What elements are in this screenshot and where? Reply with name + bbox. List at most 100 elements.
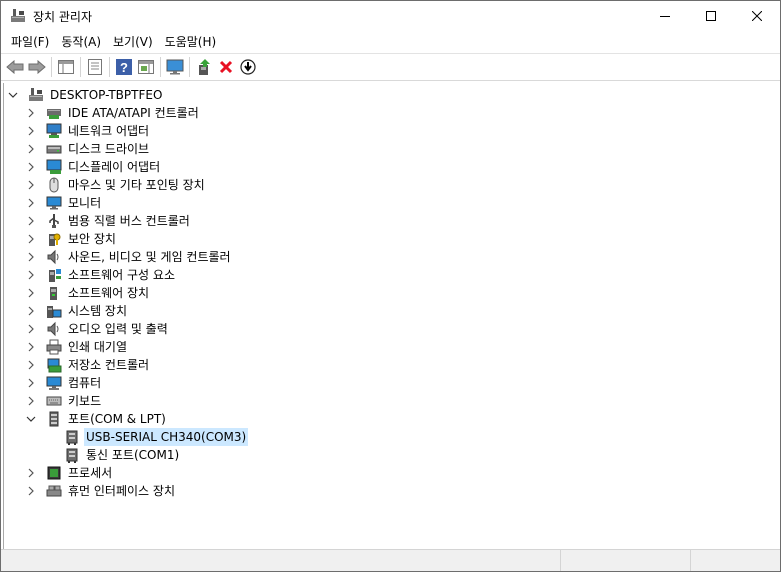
status-pane-main <box>1 550 561 571</box>
tree-item-label: 컴퓨터 <box>68 376 102 390</box>
window-title: 장치 관리자 <box>33 9 93 24</box>
tree-category[interactable]: 저장소 컨트롤러 <box>28 356 151 374</box>
chevron-right-icon <box>28 126 34 136</box>
tree-category[interactable]: 오디오 입력 및 출력 <box>28 320 170 338</box>
tree-category[interactable]: 휴먼 인터페이스 장치 <box>28 482 177 500</box>
disable-device-button[interactable] <box>237 56 259 78</box>
show-action-pane-button[interactable] <box>135 56 157 78</box>
chevron-right-icon <box>28 378 34 388</box>
monitor-scan-icon <box>166 59 184 75</box>
device-tree[interactable]: DESKTOP-TBPTFEO IDE ATA/ATAPI 컨트롤러네트워크 어댑… <box>3 83 778 549</box>
chevron-right-icon <box>28 324 34 334</box>
tree-item-label: 시스템 장치 <box>68 304 128 318</box>
chevron-right-icon <box>28 270 34 280</box>
expand-toggle[interactable] <box>26 180 36 190</box>
download-circle-icon <box>240 59 256 75</box>
toolbar-separator <box>51 57 52 77</box>
expand-toggle[interactable] <box>26 252 36 262</box>
tree-category[interactable]: 포트(COM & LPT) <box>26 410 168 428</box>
tree-category[interactable]: 마우스 및 기타 포인팅 장치 <box>28 176 207 194</box>
tree-category[interactable]: 시스템 장치 <box>28 302 129 320</box>
tree-category[interactable]: 소프트웨어 장치 <box>28 284 151 302</box>
menu-help[interactable]: 도움말(H) <box>159 31 223 53</box>
tree-category[interactable]: 보안 장치 <box>28 230 118 248</box>
back-button[interactable] <box>4 56 26 78</box>
menu-view[interactable]: 보기(V) <box>107 31 159 53</box>
tree-item-label: 디스플레이 어댑터 <box>68 160 161 174</box>
chevron-right-icon <box>28 486 34 496</box>
processor-icon <box>46 465 62 481</box>
tree-item-label: 범용 직렬 버스 컨트롤러 <box>68 214 190 228</box>
properties-icon <box>88 59 102 75</box>
expand-toggle[interactable] <box>26 144 36 154</box>
menu-file[interactable]: 파일(F) <box>5 31 55 53</box>
menu-action[interactable]: 동작(A) <box>55 31 107 53</box>
tree-category[interactable]: IDE ATA/ATAPI 컨트롤러 <box>28 104 201 122</box>
chevron-right-icon <box>28 216 34 226</box>
tree-item-label: 프로세서 <box>68 466 113 480</box>
computer-root <box>28 87 44 103</box>
expand-toggle[interactable] <box>26 108 36 118</box>
forward-button[interactable] <box>26 56 48 78</box>
keyboard-icon <box>46 393 62 409</box>
tree-device[interactable]: USB-SERIAL CH340(COM3) <box>64 428 249 446</box>
computer-icon <box>46 375 62 391</box>
expand-toggle[interactable] <box>26 270 36 280</box>
maximize-button[interactable] <box>688 1 734 31</box>
chevron-right-icon <box>28 342 34 352</box>
software-component-icon <box>46 267 62 283</box>
expand-toggle[interactable] <box>26 216 36 226</box>
expand-toggle[interactable] <box>26 360 36 370</box>
tree-category[interactable]: 프로세서 <box>28 464 114 482</box>
monitor-icon <box>46 195 62 211</box>
collapse-toggle[interactable] <box>8 90 18 100</box>
expand-toggle[interactable] <box>26 126 36 136</box>
help-button[interactable]: ? <box>113 56 135 78</box>
tree-item-label: IDE ATA/ATAPI 컨트롤러 <box>68 106 199 120</box>
tree-root[interactable]: DESKTOP-TBPTFEO <box>8 86 164 104</box>
tree-category[interactable]: 사운드, 비디오 및 게임 컨트롤러 <box>28 248 233 266</box>
scan-hardware-changes-button[interactable] <box>164 56 186 78</box>
expand-toggle[interactable] <box>26 468 36 478</box>
tree-category[interactable]: 소프트웨어 구성 요소 <box>28 266 177 284</box>
tree-item-label: 소프트웨어 구성 요소 <box>68 268 175 282</box>
close-button[interactable] <box>734 1 780 31</box>
tree-category[interactable]: 네트워크 어댑터 <box>28 122 151 140</box>
collapse-toggle[interactable] <box>26 414 36 424</box>
tree-device[interactable]: 통신 포트(COM1) <box>64 446 181 464</box>
security-device-icon <box>46 231 62 247</box>
tree-category[interactable]: 범용 직렬 버스 컨트롤러 <box>28 212 192 230</box>
expand-toggle[interactable] <box>26 342 36 352</box>
chevron-right-icon <box>28 162 34 172</box>
expand-toggle[interactable] <box>26 306 36 316</box>
tree-category[interactable]: 디스플레이 어댑터 <box>28 158 162 176</box>
chevron-right-icon <box>28 306 34 316</box>
uninstall-device-button[interactable] <box>215 56 237 78</box>
expand-toggle[interactable] <box>26 378 36 388</box>
chevron-right-icon <box>28 468 34 478</box>
expand-toggle[interactable] <box>26 234 36 244</box>
minimize-button[interactable] <box>642 1 688 31</box>
port-child-icon <box>64 429 80 445</box>
properties-button[interactable] <box>84 56 106 78</box>
expand-toggle[interactable] <box>26 162 36 172</box>
software-device-icon <box>46 285 62 301</box>
show-hide-console-tree-button[interactable] <box>55 56 77 78</box>
status-pane-secondary <box>561 550 691 571</box>
expand-toggle[interactable] <box>26 198 36 208</box>
tree-category[interactable]: 디스크 드라이브 <box>28 140 151 158</box>
expand-toggle[interactable] <box>26 486 36 496</box>
tree-category[interactable]: 키보드 <box>28 392 103 410</box>
tree-category[interactable]: 모니터 <box>28 194 103 212</box>
chevron-right-icon <box>28 252 34 262</box>
toolbar-separator <box>109 57 110 77</box>
tree-category[interactable]: 컴퓨터 <box>28 374 103 392</box>
update-driver-button[interactable] <box>193 56 215 78</box>
expand-toggle[interactable] <box>26 288 36 298</box>
expand-toggle[interactable] <box>26 324 36 334</box>
tree-item-label: 모니터 <box>68 196 102 210</box>
hid-icon <box>46 483 62 499</box>
title-bar[interactable]: 장치 관리자 <box>1 1 780 31</box>
tree-category[interactable]: 인쇄 대기열 <box>28 338 129 356</box>
expand-toggle[interactable] <box>26 396 36 406</box>
